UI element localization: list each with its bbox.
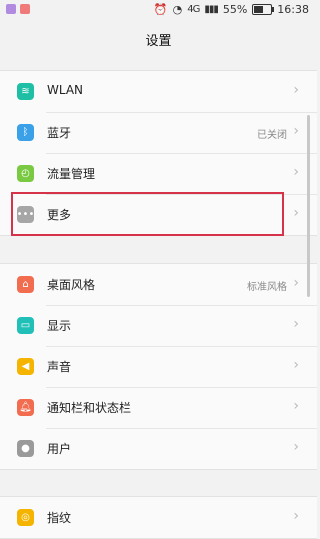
settings-group-personalization: ⌂ 桌面风格 标准风格 › ▭ 显示 › ◀ 声音 › 🔔︎ 通知栏和状态栏 ›…	[0, 263, 317, 470]
notification-icon: 🔔︎	[17, 399, 34, 416]
chevron-right-icon: ›	[293, 82, 299, 98]
alarm-icon: ⏰	[153, 3, 168, 16]
chevron-right-icon: ›	[293, 439, 299, 455]
chevron-right-icon: ›	[293, 357, 299, 373]
settings-group-security: ◎ 指纹 ›	[0, 496, 317, 539]
data-usage-icon: ◴	[17, 165, 34, 182]
sound-icon: ◀	[17, 358, 34, 375]
settings-item-sound[interactable]: ◀ 声音 ›	[0, 346, 317, 387]
fingerprint-icon: ◎	[17, 509, 34, 526]
network-type: 4G	[187, 4, 200, 15]
settings-item-data-usage[interactable]: ◴ 流量管理 ›	[0, 153, 317, 194]
wifi-signal-icon: ◔	[172, 3, 183, 16]
chevron-right-icon: ›	[293, 164, 299, 180]
cell-signal-icon: ▮▮▮	[204, 4, 218, 15]
item-label: 指纹	[47, 511, 72, 525]
item-value: 标准风格	[247, 282, 287, 293]
display-icon: ▭	[17, 317, 34, 334]
chevron-right-icon: ›	[293, 123, 299, 139]
item-label: WLAN	[47, 83, 84, 97]
home-icon: ⌂	[17, 276, 34, 293]
highlight-box	[11, 192, 284, 236]
settings-item-display[interactable]: ▭ 显示 ›	[0, 305, 317, 346]
settings-item-home-style[interactable]: ⌂ 桌面风格 标准风格 ›	[0, 264, 317, 305]
user-icon: ●	[17, 440, 34, 457]
chevron-right-icon: ›	[293, 205, 299, 221]
item-label: 用户	[47, 442, 72, 456]
settings-item-wlan[interactable]: ≋ WLAN ›	[0, 71, 317, 112]
scrollbar[interactable]	[307, 115, 310, 297]
chevron-right-icon: ›	[293, 316, 299, 332]
battery-icon	[252, 4, 275, 15]
chevron-right-icon: ›	[293, 508, 299, 524]
chevron-right-icon: ›	[293, 398, 299, 414]
status-bar: ⏰ ◔ 4G ▮▮▮ 55% 16:38	[0, 0, 317, 20]
item-label: 声音	[47, 360, 72, 374]
item-value: 已关闭	[257, 130, 287, 141]
item-label: 蓝牙	[47, 126, 72, 140]
bluetooth-icon: ᛒ	[17, 124, 34, 141]
item-label: 通知栏和状态栏	[47, 401, 132, 415]
item-label: 流量管理	[47, 167, 96, 181]
item-label: 显示	[47, 319, 72, 333]
settings-item-bluetooth[interactable]: ᛒ 蓝牙 已关闭 ›	[0, 112, 317, 153]
battery-percent: 55%	[222, 3, 248, 16]
app-notification-icon	[6, 4, 16, 14]
app-notification-icon	[20, 4, 30, 14]
wifi-icon: ≋	[17, 83, 34, 100]
page-title: 设置	[145, 34, 172, 49]
settings-item-users[interactable]: ● 用户 ›	[0, 428, 317, 469]
item-label: 桌面风格	[47, 278, 96, 292]
chevron-right-icon: ›	[293, 275, 299, 291]
clock: 16:38	[277, 3, 309, 16]
settings-item-notifications[interactable]: 🔔︎ 通知栏和状态栏 ›	[0, 387, 317, 428]
settings-item-fingerprint[interactable]: ◎ 指纹 ›	[0, 497, 317, 538]
